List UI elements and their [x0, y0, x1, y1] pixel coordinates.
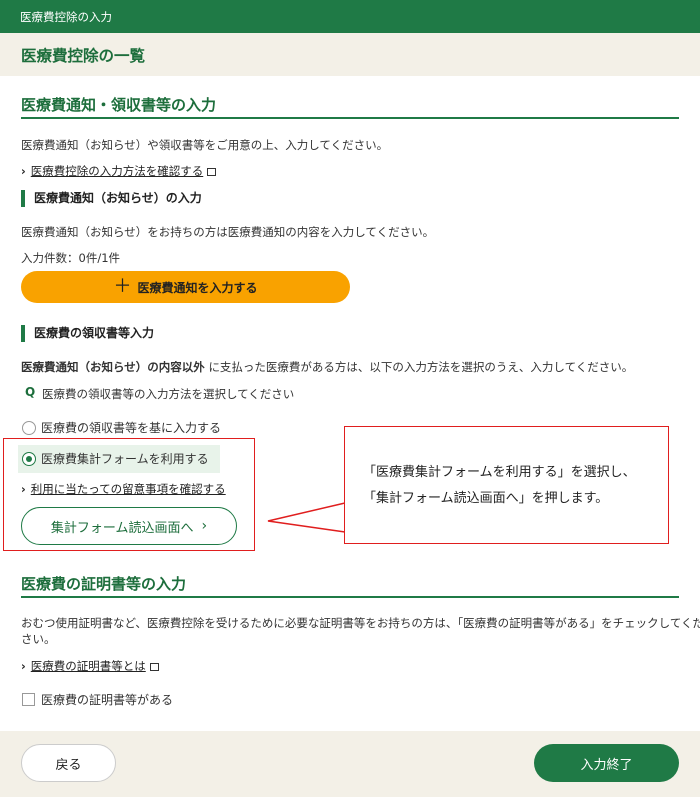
input-method-help-link[interactable]: › 医療費控除の入力方法を確認する [21, 163, 217, 179]
receipt-input-title: 医療費の領収書等入力 [21, 325, 154, 342]
plus-icon: ＋ [113, 276, 132, 297]
notice-section-title: 医療費通知・領収書等の入力 [21, 96, 217, 114]
back-button[interactable]: 戻る [21, 744, 116, 782]
enter-notice-button-label: 医療費通知を入力する [137, 280, 258, 295]
certificate-description-line-1: おむつ使用証明書など、医療費控除を受けるために必要な証明書等をお持ちの方は、「医… [21, 616, 700, 630]
callout-line-1: 「医療費集計フォームを利用する」を選択し、 [363, 465, 636, 480]
external-window-icon [207, 168, 217, 176]
window-title: 医療費控除の入力 [20, 10, 112, 24]
back-button-label: 戻る [55, 757, 82, 773]
certificate-info-link[interactable]: › 医療費の証明書等とは [21, 658, 159, 674]
finish-input-button-label: 入力終了 [580, 757, 633, 773]
receipt-input-description: 医療費通知（お知らせ）の内容以外 に支払った医療費がある方は、以下の入力方法を選… [21, 359, 633, 375]
page-title: 医療費控除の一覧 [21, 47, 146, 65]
input-method-help-link-label: 医療費控除の入力方法を確認する [30, 164, 204, 178]
enter-notice-button[interactable]: ＋ 医療費通知を入力する [21, 271, 350, 303]
notice-section-divider [21, 117, 679, 119]
finish-input-button[interactable]: 入力終了 [534, 744, 679, 782]
has-certificate-checkbox-label[interactable]: 医療費の証明書等がある [41, 691, 173, 708]
has-certificate-checkbox[interactable] [22, 693, 35, 706]
notice-input-title: 医療費通知（お知らせ）の入力 [21, 190, 202, 207]
annotation-highlight-box [3, 438, 255, 551]
external-window-icon [149, 663, 159, 671]
question-icon: Q [25, 385, 36, 399]
annotation-callout: 「医療費集計フォームを利用する」を選択し、 「集計フォーム読込画面へ」を押します… [344, 426, 669, 544]
certificate-section-title: 医療費の証明書等の入力 [21, 575, 187, 593]
chevron-right-icon: › [21, 659, 26, 673]
window-title-bar: 医療費控除の入力 [0, 0, 700, 33]
chevron-right-icon: › [21, 164, 26, 178]
radio-receipt-based[interactable] [22, 421, 36, 435]
callout-line-2: 「集計フォーム読込画面へ」を押します。 [363, 491, 609, 506]
notice-input-count: 入力件数：0件/1件 [21, 251, 121, 265]
radio-receipt-based-label[interactable]: 医療費の領収書等を基に入力する [41, 419, 221, 436]
page-header: 医療費控除の一覧 [0, 33, 700, 76]
notice-section-description: 医療費通知（お知らせ）や領収書等をご用意の上、入力してください。 [21, 138, 389, 152]
input-method-question: 医療費の領収書等の入力方法を選択してください [42, 387, 295, 401]
notice-input-description: 医療費通知（お知らせ）をお持ちの方は医療費通知の内容を入力してください。 [21, 225, 435, 239]
certificate-description-line-2: さい。 [21, 632, 56, 646]
certificate-section-divider [21, 596, 679, 598]
receipt-input-description-rest: に支払った医療費がある方は、以下の入力方法を選択のうえ、入力してください。 [208, 360, 634, 374]
certificate-info-link-label: 医療費の証明書等とは [30, 659, 146, 673]
receipt-input-description-bold: 医療費通知（お知らせ）の内容以外 [21, 360, 205, 374]
